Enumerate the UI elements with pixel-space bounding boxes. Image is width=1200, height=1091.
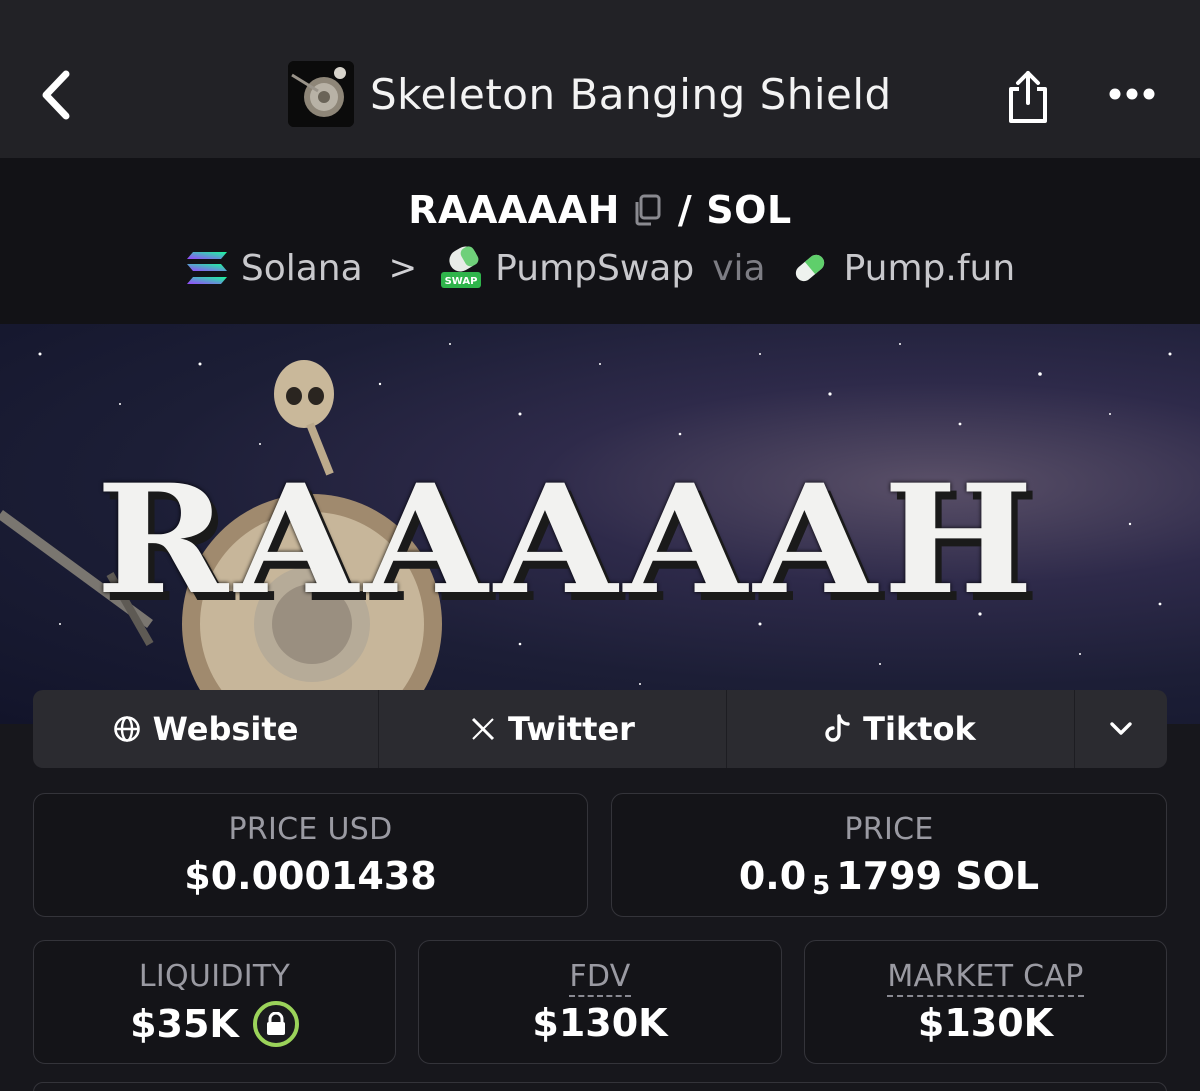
more-horizontal-icon	[1109, 88, 1155, 100]
top-nav-bar: Skeleton Banging Shield	[0, 0, 1200, 158]
social-links-bar: Website Twitter Tiktok	[33, 690, 1167, 768]
token-banner-image: RAAAAAH	[0, 324, 1200, 724]
fdv-label[interactable]: FDV	[419, 959, 781, 997]
market-cap-card: MARKET CAP $130K	[804, 940, 1167, 1064]
price-native-card: PRICE 0.0 5 1799 SOL	[611, 793, 1167, 917]
more-links-dropdown[interactable]	[1075, 690, 1167, 768]
price-usd-value: $0.0001438	[184, 854, 437, 898]
pair-separator: /	[677, 188, 693, 232]
tiktok-icon	[825, 714, 851, 744]
price-usd-card: PRICE USD $0.0001438	[33, 793, 588, 917]
via-label: via	[712, 247, 766, 289]
svg-text:SWAP: SWAP	[445, 276, 478, 287]
website-link-label: Website	[152, 710, 299, 748]
market-cap-label[interactable]: MARKET CAP	[805, 959, 1166, 997]
copy-icon[interactable]	[630, 193, 664, 227]
launchpad-link[interactable]: Pump.fun	[844, 248, 1016, 289]
page-title: Skeleton Banging Shield	[370, 69, 892, 119]
chevron-right-separator: >	[388, 248, 418, 288]
more-options-button[interactable]	[1102, 76, 1162, 112]
solana-icon	[185, 246, 229, 290]
globe-icon	[113, 715, 141, 743]
price-native-value: 0.0 5 1799 SOL	[612, 854, 1166, 901]
liquidity-label: LIQUIDITY	[138, 959, 291, 994]
pumpswap-icon: SWAP	[439, 246, 483, 290]
website-link-button[interactable]: Website	[33, 690, 379, 768]
next-card-peek	[33, 1082, 1167, 1091]
market-cap-value: $130K	[917, 1001, 1054, 1045]
tiktok-link-button[interactable]: Tiktok	[727, 690, 1075, 768]
price-native-zero-count: 5	[812, 871, 831, 901]
banner-title-text: RAAAAAH	[96, 452, 1040, 628]
liquidity-value-row: $35K	[34, 1001, 395, 1047]
quote-token-symbol: SOL	[706, 188, 792, 232]
share-button[interactable]	[1000, 66, 1056, 128]
price-native-prefix: 0.0	[738, 854, 807, 898]
price-usd-label: PRICE USD	[228, 812, 393, 847]
pumpfun-icon	[788, 246, 832, 290]
price-native-label: PRICE	[844, 812, 934, 847]
dex-link[interactable]: PumpSwap	[495, 248, 694, 289]
fdv-value: $130K	[532, 1001, 668, 1045]
share-icon	[1009, 71, 1047, 123]
twitter-link-button[interactable]: Twitter	[379, 690, 727, 768]
chevron-left-icon	[42, 70, 70, 120]
pair-header: RAAAAAH / SOL Solana > SWAP PumpSwap via…	[0, 158, 1200, 324]
chevron-down-icon	[1110, 722, 1132, 735]
twitter-link-label: Twitter	[508, 710, 635, 748]
chain-breadcrumb: Solana > SWAP PumpSwap via Pump.fun	[0, 246, 1200, 290]
market-cap-label-text: MARKET CAP	[887, 959, 1084, 997]
fdv-card: FDV $130K	[418, 940, 782, 1064]
base-token-symbol: RAAAAAH	[408, 188, 620, 232]
liquidity-card: LIQUIDITY $35K	[33, 940, 396, 1064]
price-native-suffix: 1799 SOL	[836, 854, 1040, 898]
liquidity-value: $35K	[130, 1002, 239, 1046]
fdv-label-text: FDV	[569, 959, 631, 997]
tiktok-link-label: Tiktok	[863, 710, 976, 748]
chain-link[interactable]: Solana	[241, 248, 363, 289]
lock-icon[interactable]	[252, 1001, 299, 1047]
pair-name: RAAAAAH / SOL	[0, 188, 1200, 232]
token-avatar	[288, 61, 354, 127]
token-title: Skeleton Banging Shield	[288, 60, 892, 128]
x-icon	[470, 716, 496, 742]
back-button[interactable]	[30, 66, 80, 124]
